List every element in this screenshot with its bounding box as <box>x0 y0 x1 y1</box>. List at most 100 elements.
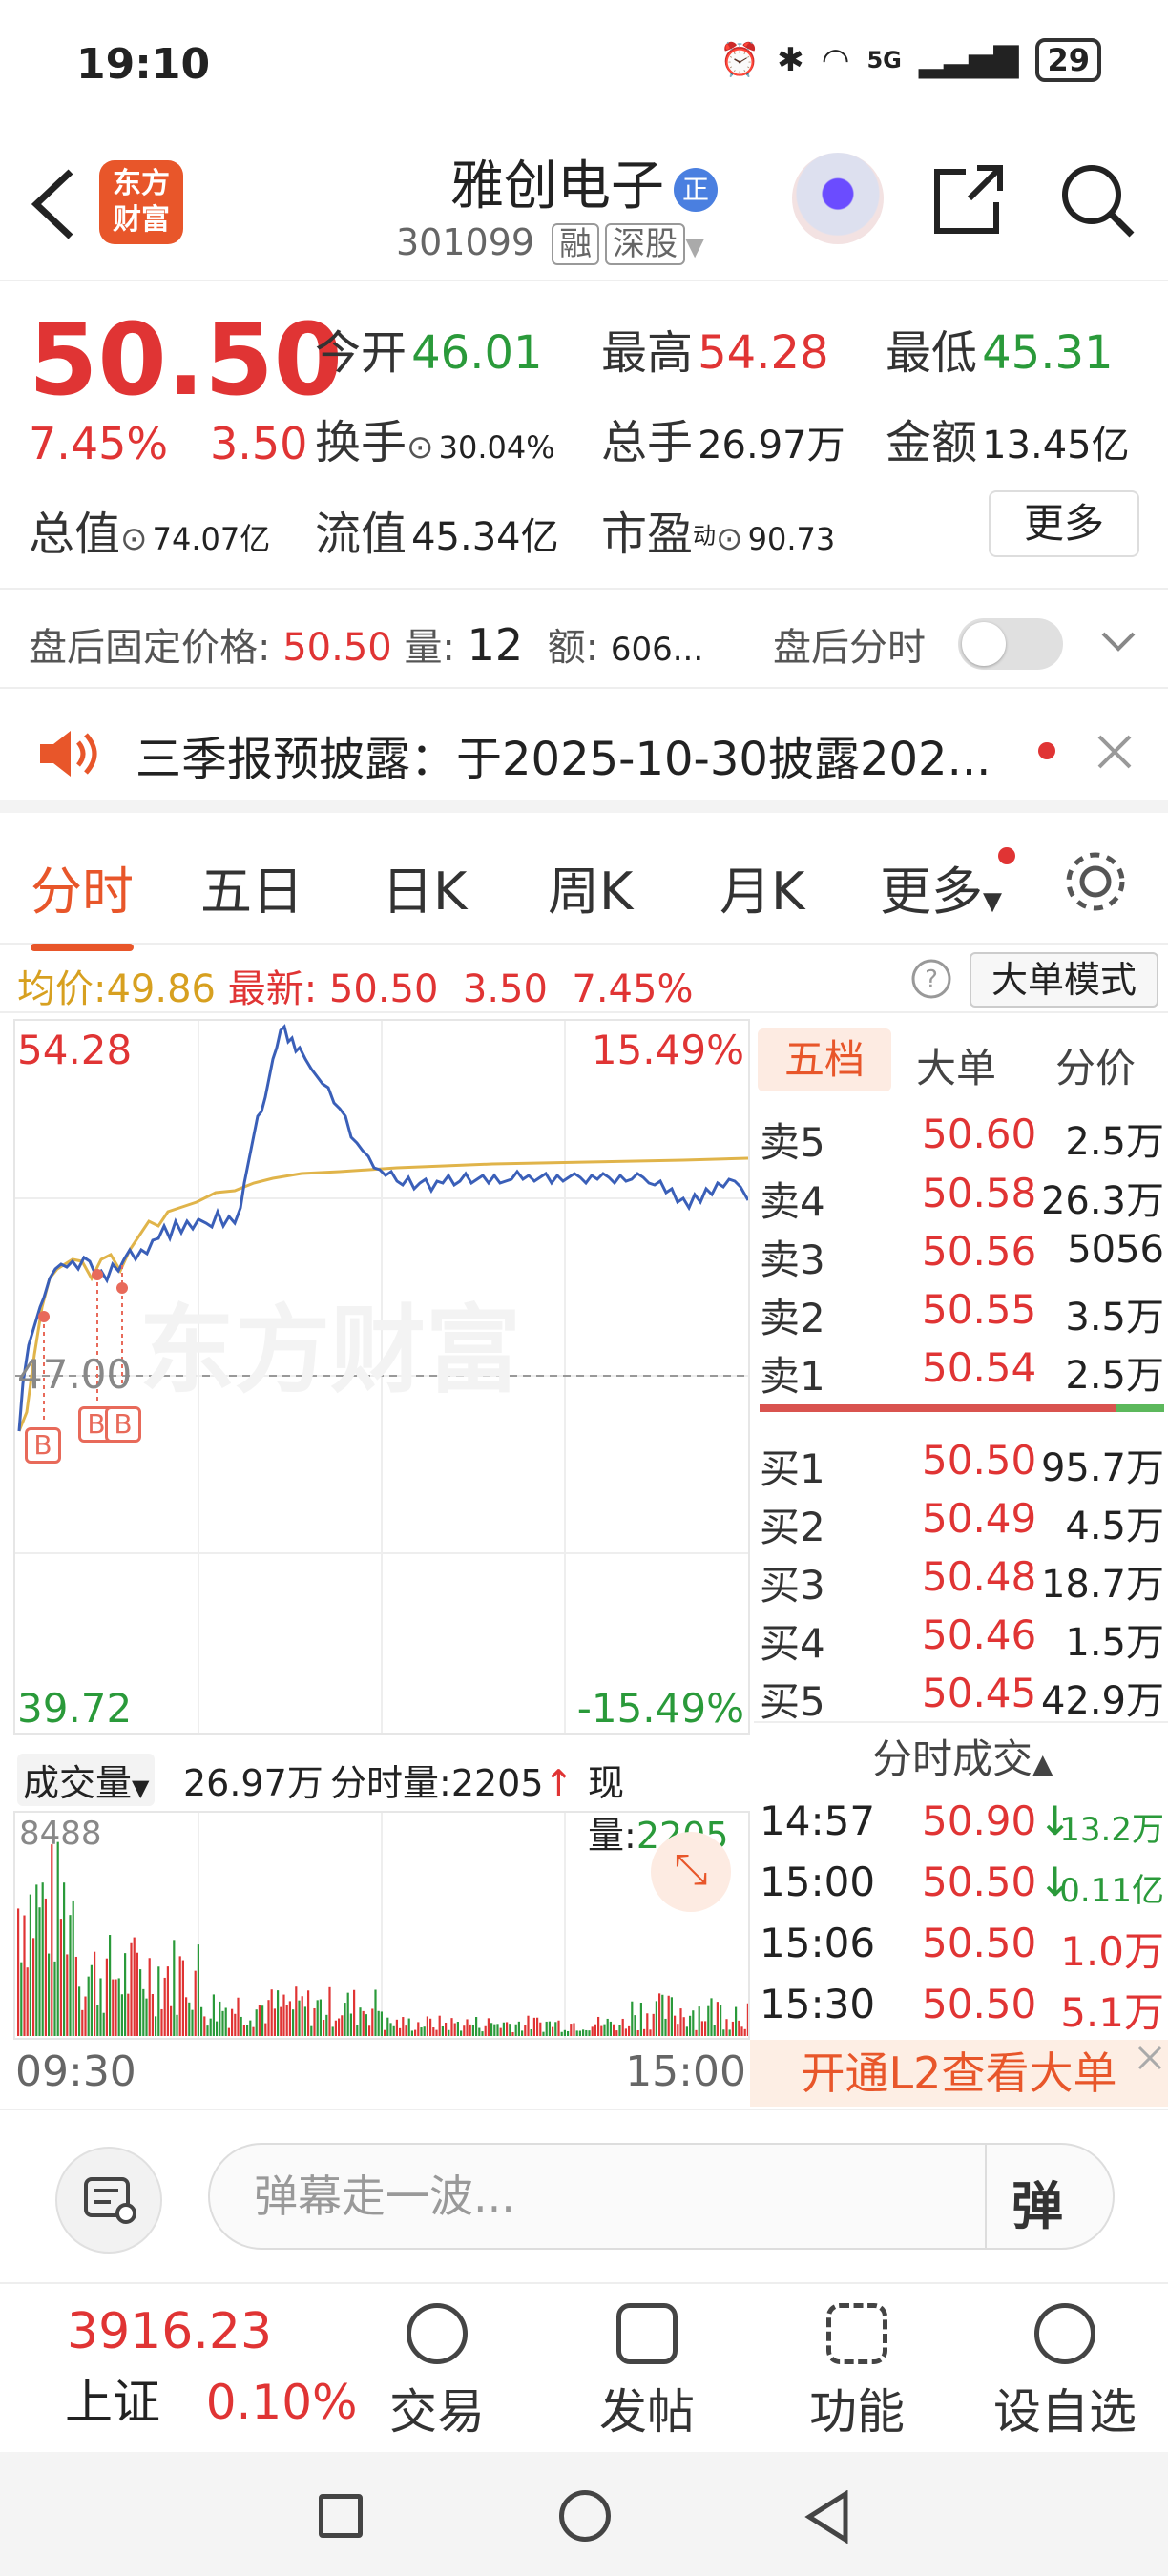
volume-bar <box>63 1882 66 2036</box>
chart-bottom-price: 39.72 <box>17 1685 133 1732</box>
back-nav-icon[interactable] <box>803 2490 851 2544</box>
tab-big-order[interactable]: 大单 <box>916 1036 996 1094</box>
tab-five-level[interactable]: 五档 <box>758 1028 891 1091</box>
expand-icon[interactable]: ⤡ <box>651 1832 731 1912</box>
danmu-settings-button[interactable] <box>55 2147 162 2254</box>
stock-code-row: 301099 融深股 ▼ <box>396 218 704 265</box>
close-icon[interactable] <box>1095 733 1134 771</box>
volume-bar <box>270 1989 273 2036</box>
trades-title[interactable]: 分时成交▲ <box>872 1727 1053 1785</box>
volume-bar <box>325 2014 328 2036</box>
volume-bar <box>151 1993 154 2036</box>
dropdown-icon[interactable]: ▼ <box>685 233 704 261</box>
volume-bar <box>563 2029 566 2036</box>
volume-bar <box>746 2003 749 2036</box>
volume-bar <box>511 2031 514 2036</box>
current-price: 50.50 <box>29 301 343 418</box>
volume-bar <box>517 2021 520 2036</box>
bid-row: 买3 50.48 18.7万 <box>760 1553 1164 1609</box>
volume-bar <box>20 1962 23 2036</box>
more-quote-button[interactable]: 更多 <box>989 490 1139 557</box>
volume-bar <box>261 2005 264 2036</box>
index-percent: 0.10% <box>205 2375 358 2430</box>
volume-bar <box>44 1898 47 2036</box>
volume-bars <box>17 1813 749 2038</box>
big-order-mode-button[interactable]: 大单模式 <box>970 952 1158 1008</box>
volume-bar <box>155 2016 157 2036</box>
nav-functions[interactable]: 功能 <box>781 2303 933 2442</box>
volume-bar <box>484 2025 487 2036</box>
status-icons: ⏰ ✱ ◠ 5G ▂▃▅▇ 29 <box>720 38 1101 82</box>
intraday-price-chart[interactable]: 东方财富 54.28 15.49% 47.00 39.72 -15.49% B … <box>13 1019 750 1735</box>
volume-bar <box>698 2006 700 2036</box>
avg-price: 49.86 <box>106 967 216 1011</box>
time-axis: 09:30 15:00 <box>13 2042 750 2099</box>
tab-weekly-k[interactable]: 周K <box>548 849 633 924</box>
volume-total: 26.97万 <box>183 1762 323 1804</box>
chevron-down-icon[interactable] <box>1099 628 1137 656</box>
volume-bar <box>530 2028 532 2036</box>
pe-ratio: 市盈动⊙ 90.73 <box>601 508 836 561</box>
tab-price-volume[interactable]: 分价 <box>1055 1036 1136 1094</box>
volume-bar <box>209 2018 212 2036</box>
volume-bar <box>496 2024 499 2036</box>
danmu-send-button[interactable]: 弹 <box>1012 2164 1063 2239</box>
volume-bar <box>142 1988 145 2036</box>
volume-bar <box>628 2025 631 2036</box>
last-percent: 7.45% <box>572 967 694 1011</box>
settings-gear-icon[interactable] <box>1061 847 1130 916</box>
tab-intraday[interactable]: 分时 <box>31 849 134 951</box>
volume-bar <box>552 2026 554 2036</box>
search-icon[interactable] <box>1057 160 1137 240</box>
info-icon[interactable]: ⊙ <box>407 428 434 467</box>
volume-bar <box>173 1940 176 2036</box>
nav-post[interactable]: 发帖 <box>571 2303 723 2442</box>
volume-bar <box>334 2020 337 2036</box>
volume-bar <box>115 1979 117 2036</box>
tab-more[interactable]: 更多▼ <box>880 849 1002 924</box>
volume-bar <box>704 2021 707 2036</box>
danmu-settings-icon <box>84 2177 136 2224</box>
tab-daily-k[interactable]: 日K <box>382 849 467 924</box>
close-icon[interactable] <box>1136 2044 1164 2072</box>
after-hours-toggle[interactable] <box>958 618 1063 670</box>
volume-bar <box>365 2014 367 2036</box>
volume-bar <box>313 2007 316 2036</box>
volume-bar <box>109 1935 112 2036</box>
index-ticker[interactable]: 3916.23 上证 0.10% <box>65 2303 358 2433</box>
volume-bar <box>94 1951 96 2036</box>
after-hours-bar: 盘后固定价格: 50.50 量: 12 额: 606... 盘后分时 <box>0 588 1168 689</box>
volume-bar <box>560 2031 563 2036</box>
volume-bar <box>600 2025 603 2036</box>
volume-bar <box>181 1960 184 2036</box>
volume-bar <box>148 1958 151 2036</box>
buy-marker[interactable]: B <box>25 1427 61 1464</box>
volume-bar <box>66 1954 69 2036</box>
tab-monthly-k[interactable]: 月K <box>720 849 804 924</box>
assistant-avatar[interactable] <box>792 153 884 244</box>
volume-bar <box>310 2025 313 2036</box>
volume-bar <box>280 2006 282 2036</box>
buy-marker[interactable]: B <box>105 1406 141 1443</box>
stock-header: 东方 财富 雅创电子正 301099 融深股 ▼ <box>0 134 1168 281</box>
l2-upgrade-banner[interactable]: 开通L2查看大单 <box>750 2040 1168 2107</box>
nav-trade[interactable]: 交易 <box>361 2303 513 2442</box>
home-icon[interactable] <box>559 2490 611 2542</box>
volume-bar <box>166 1966 169 2036</box>
announcement-bar[interactable]: 三季报预披露：于2025-10-30披露202... <box>0 689 1168 813</box>
volume-bar <box>514 2024 517 2036</box>
tab-five-day[interactable]: 五日 <box>200 849 303 924</box>
share-icon[interactable] <box>928 160 1008 240</box>
volume-max: 8488 <box>19 1815 102 1853</box>
chart-top-price: 54.28 <box>17 1027 133 1073</box>
nav-add-watchlist[interactable]: 设自选 <box>989 2303 1141 2442</box>
info-icon[interactable]: ⊙ <box>120 520 148 558</box>
volume-indicator-select[interactable]: 成交量▼ <box>17 1754 156 1806</box>
help-icon[interactable]: ? <box>910 958 952 1000</box>
danmu-input[interactable]: 弹幕走一波... <box>208 2143 1115 2250</box>
volume-bar <box>26 1967 29 2036</box>
recent-apps-icon[interactable] <box>319 2494 363 2538</box>
info-icon[interactable]: ⊙ <box>716 520 743 558</box>
volume-bar <box>527 2015 530 2036</box>
volume-bar <box>707 2005 710 2036</box>
